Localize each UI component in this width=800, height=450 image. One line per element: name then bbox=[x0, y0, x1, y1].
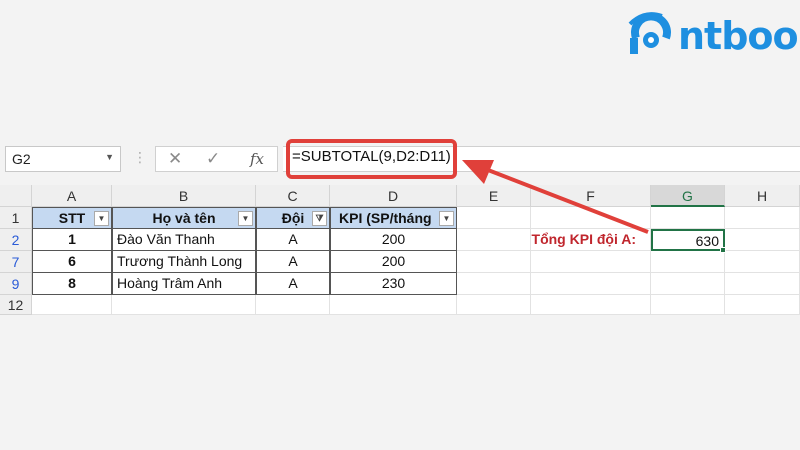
arrow-line bbox=[487, 168, 649, 234]
callout-arrow bbox=[462, 160, 649, 234]
